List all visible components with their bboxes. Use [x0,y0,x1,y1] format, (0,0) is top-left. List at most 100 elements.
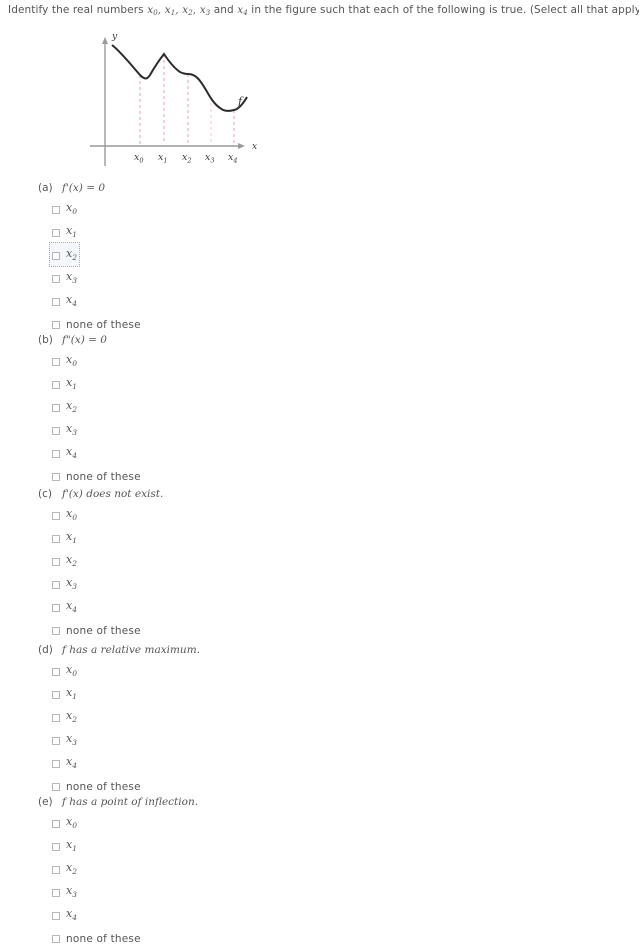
option-row-d-x3[interactable]: x3 [38,728,358,751]
option-inner-b-2[interactable]: x2 [50,395,79,418]
option-row-e-x0[interactable]: x0 [38,811,358,834]
checkbox-d-x1[interactable] [52,690,60,699]
option-row-d-x1[interactable]: x1 [38,682,358,705]
option-inner-c-4[interactable]: x4 [50,595,79,618]
option-inner-a-5[interactable]: none of these [50,312,143,335]
checkbox-a-x3[interactable] [52,274,60,283]
option-row-c-x0[interactable]: x0 [38,503,358,526]
option-row-a-x0[interactable]: x0 [38,197,358,220]
option-inner-c-0[interactable]: x0 [50,503,79,526]
checkbox-a-x2[interactable] [52,251,60,260]
option-inner-a-3[interactable]: x3 [50,266,79,289]
option-row-a-none[interactable]: none of these [38,312,358,335]
option-inner-d-1[interactable]: x1 [50,682,79,705]
option-row-e-x3[interactable]: x3 [38,880,358,903]
checkbox-e-x1[interactable] [52,842,60,851]
question-label-a: (a) f'(x) = 0 [38,182,358,195]
checkbox-a-x0[interactable] [52,205,60,214]
option-row-e-x2[interactable]: x2 [38,857,358,880]
option-row-c-x1[interactable]: x1 [38,526,358,549]
option-row-d-x2[interactable]: x2 [38,705,358,728]
option-inner-a-1[interactable]: x1 [50,220,79,243]
checkbox-b-x1[interactable] [52,380,60,389]
option-inner-a-0[interactable]: x0 [50,197,79,220]
option-row-b-x1[interactable]: x1 [38,372,358,395]
option-inner-e-3[interactable]: x3 [50,880,79,903]
checkbox-b-x4[interactable] [52,449,60,458]
option-row-b-x0[interactable]: x0 [38,349,358,372]
checkbox-a-x1[interactable] [52,228,60,237]
option-row-a-x2[interactable]: x2 [38,242,358,267]
question-paren-c: (c) [38,488,52,500]
checkbox-a-none[interactable] [52,320,60,329]
option-row-b-none[interactable]: none of these [38,464,358,487]
option-inner-d-2[interactable]: x2 [50,705,79,728]
option-inner-d-4[interactable]: x4 [50,751,79,774]
option-inner-d-3[interactable]: x3 [50,728,79,751]
checkbox-d-none[interactable] [52,782,60,791]
option-inner-e-2[interactable]: x2 [50,857,79,880]
option-inner-a-4[interactable]: x4 [50,289,79,312]
checkbox-b-x0[interactable] [52,357,60,366]
checkbox-d-x3[interactable] [52,736,60,745]
option-inner-e-0[interactable]: x0 [50,811,79,834]
option-inner-b-5[interactable]: none of these [50,464,143,487]
prompt-conjunction: and [213,4,234,16]
prompt-var-x4: x4 [237,4,248,17]
option-row-e-none[interactable]: none of these [38,926,358,949]
checkbox-c-x3[interactable] [52,580,60,589]
checkbox-e-x2[interactable] [52,865,60,874]
checkbox-e-none[interactable] [52,934,60,943]
prompt-var-x2: x2, [182,4,197,17]
option-inner-e-1[interactable]: x1 [50,834,79,857]
option-row-c-x2[interactable]: x2 [38,549,358,572]
checkbox-b-none[interactable] [52,472,60,481]
option-label-c-x1: x1 [66,529,77,545]
checkbox-e-x0[interactable] [52,819,60,828]
option-inner-b-3[interactable]: x3 [50,418,79,441]
checkbox-d-x2[interactable] [52,713,60,722]
option-inner-c-1[interactable]: x1 [50,526,79,549]
option-inner-c-3[interactable]: x3 [50,572,79,595]
option-inner-b-1[interactable]: x1 [50,372,79,395]
checkbox-e-x4[interactable] [52,911,60,920]
question-block-a: (a) f'(x) = 0 x0 x1 x2 x3 x4 none of these [38,182,358,335]
checkbox-c-x4[interactable] [52,603,60,612]
option-row-e-x1[interactable]: x1 [38,834,358,857]
option-subscript-e-0: 0 [72,820,77,830]
option-row-b-x2[interactable]: x2 [38,395,358,418]
option-row-d-x4[interactable]: x4 [38,751,358,774]
option-label-d-none: none of these [66,780,141,793]
checkbox-d-x4[interactable] [52,759,60,768]
checkbox-b-x2[interactable] [52,403,60,412]
option-inner-c-2[interactable]: x2 [50,549,79,572]
checkbox-c-none[interactable] [52,626,60,635]
checkbox-a-x4[interactable] [52,297,60,306]
checkbox-c-x0[interactable] [52,511,60,520]
option-row-a-x1[interactable]: x1 [38,220,358,243]
option-row-e-x4[interactable]: x4 [38,903,358,926]
checkbox-c-x2[interactable] [52,557,60,566]
option-inner-a-2[interactable]: x2 [49,242,80,267]
option-row-b-x4[interactable]: x4 [38,441,358,464]
option-row-c-x4[interactable]: x4 [38,595,358,618]
option-row-c-x3[interactable]: x3 [38,572,358,595]
checkbox-c-x1[interactable] [52,534,60,543]
option-inner-c-5[interactable]: none of these [50,618,143,641]
option-row-a-x3[interactable]: x3 [38,266,358,289]
option-row-a-x4[interactable]: x4 [38,289,358,312]
option-row-c-none[interactable]: none of these [38,618,358,641]
option-inner-d-5[interactable]: none of these [50,774,143,797]
checkbox-e-x3[interactable] [52,888,60,897]
option-inner-d-0[interactable]: x0 [50,659,79,682]
option-inner-b-4[interactable]: x4 [50,441,79,464]
checkbox-d-x0[interactable] [52,667,60,676]
option-row-b-x3[interactable]: x3 [38,418,358,441]
checkbox-b-x3[interactable] [52,426,60,435]
tick-label-x1: x1 [158,152,168,165]
option-row-d-x0[interactable]: x0 [38,659,358,682]
option-inner-b-0[interactable]: x0 [50,349,79,372]
option-row-d-none[interactable]: none of these [38,774,358,797]
option-inner-e-4[interactable]: x4 [50,903,79,926]
option-inner-e-5[interactable]: none of these [50,926,143,949]
